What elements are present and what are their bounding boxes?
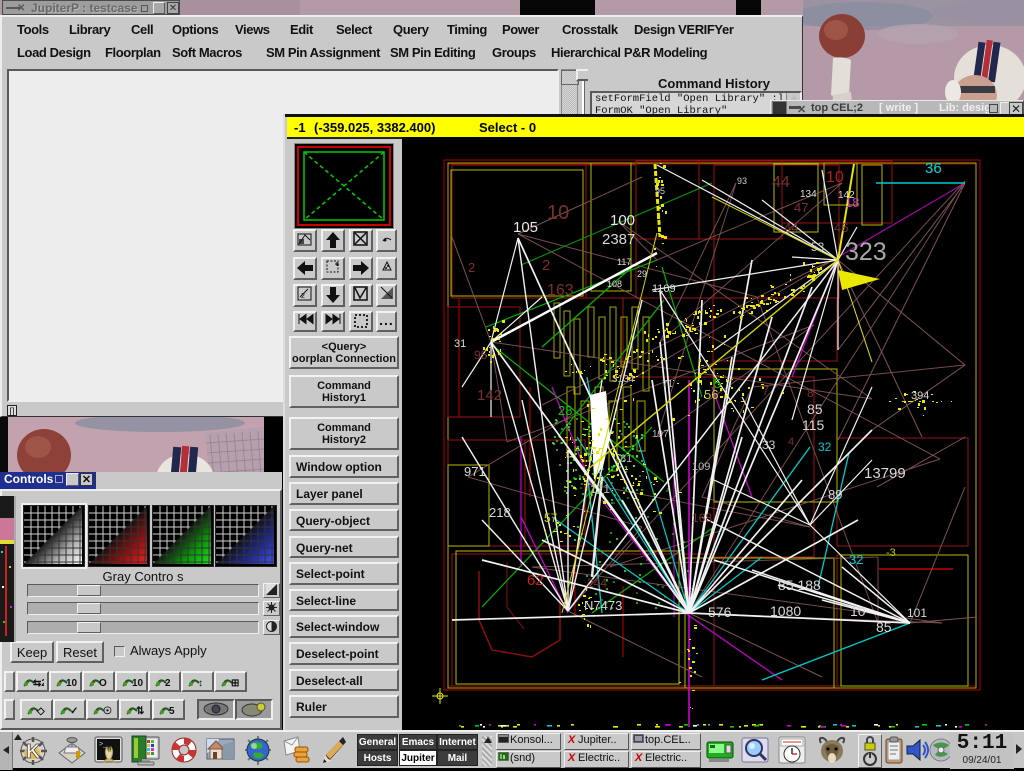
svg-text:32: 32 bbox=[818, 440, 832, 454]
svg-text:10: 10 bbox=[850, 603, 866, 619]
svg-text:244: 244 bbox=[587, 576, 607, 590]
svg-text:117: 117 bbox=[617, 257, 631, 267]
svg-text:-3: -3 bbox=[886, 547, 896, 559]
svg-text:53: 53 bbox=[811, 240, 825, 254]
svg-text:46: 46 bbox=[834, 220, 848, 235]
svg-text:56: 56 bbox=[704, 387, 718, 402]
svg-text:163: 163 bbox=[547, 282, 574, 299]
svg-text:29: 29 bbox=[637, 269, 647, 279]
svg-text:109: 109 bbox=[692, 461, 710, 473]
svg-text:7: 7 bbox=[762, 383, 769, 398]
svg-text:O: O bbox=[99, 678, 107, 689]
svg-text:2: 2 bbox=[542, 257, 550, 274]
svg-text:10: 10 bbox=[826, 169, 844, 186]
svg-text:10: 10 bbox=[547, 202, 569, 224]
svg-text:2: 2 bbox=[165, 678, 171, 689]
svg-text:394: 394 bbox=[911, 390, 929, 402]
svg-text:☉: ☉ bbox=[103, 706, 112, 717]
svg-text:95: 95 bbox=[474, 348, 488, 362]
svg-text:3134: 3134 bbox=[612, 374, 635, 385]
svg-text:105: 105 bbox=[513, 219, 538, 236]
svg-text:1109: 1109 bbox=[652, 283, 676, 295]
svg-text:47: 47 bbox=[794, 200, 808, 215]
svg-text:2: 2 bbox=[301, 293, 305, 300]
svg-text:93: 93 bbox=[737, 176, 747, 186]
svg-text:57: 57 bbox=[544, 511, 558, 525]
svg-text:101: 101 bbox=[907, 606, 927, 620]
svg-text:100: 100 bbox=[610, 212, 635, 229]
svg-text:971: 971 bbox=[464, 464, 486, 479]
svg-text:89: 89 bbox=[828, 487, 842, 502]
svg-text:81: 81 bbox=[620, 453, 632, 465]
svg-text:44: 44 bbox=[784, 220, 798, 235]
svg-text:218: 218 bbox=[489, 505, 511, 520]
svg-text:32: 32 bbox=[849, 552, 863, 567]
svg-text:↕: ↕ bbox=[198, 678, 203, 689]
svg-text:44: 44 bbox=[772, 174, 790, 191]
svg-text:142: 142 bbox=[477, 387, 502, 404]
svg-text:36: 36 bbox=[925, 160, 942, 177]
svg-text:31: 31 bbox=[454, 338, 466, 350]
svg-text:1080: 1080 bbox=[770, 603, 801, 619]
svg-text:115: 115 bbox=[802, 417, 825, 433]
svg-text:85 188: 85 188 bbox=[778, 577, 821, 593]
svg-text:168: 168 bbox=[692, 511, 712, 525]
svg-text:62: 62 bbox=[527, 572, 544, 589]
svg-text:71: 71 bbox=[662, 379, 674, 390]
svg-text:95: 95 bbox=[655, 186, 665, 196]
svg-text:⇅: ⇅ bbox=[136, 706, 145, 717]
svg-text:10: 10 bbox=[132, 678, 143, 689]
svg-text:N7473: N7473 bbox=[584, 598, 622, 613]
svg-text:4: 4 bbox=[788, 436, 794, 448]
svg-text:2387: 2387 bbox=[602, 231, 635, 248]
svg-text:18: 18 bbox=[845, 195, 859, 210]
svg-text:⇆2: ⇆2 bbox=[33, 678, 44, 689]
svg-text:13799: 13799 bbox=[864, 465, 906, 482]
svg-text:◇: ◇ bbox=[36, 706, 45, 717]
svg-text:171: 171 bbox=[590, 482, 610, 496]
svg-text:576: 576 bbox=[708, 604, 732, 620]
svg-text:134: 134 bbox=[800, 189, 817, 200]
svg-text:85: 85 bbox=[876, 619, 892, 635]
svg-text:✓: ✓ bbox=[70, 706, 78, 717]
svg-text:8: 8 bbox=[807, 386, 814, 400]
svg-text:2: 2 bbox=[468, 260, 475, 275]
svg-text:K: K bbox=[26, 741, 41, 763]
svg-text:323: 323 bbox=[845, 238, 887, 266]
svg-text:85: 85 bbox=[807, 401, 823, 417]
svg-text:5: 5 bbox=[169, 706, 175, 717]
svg-text:10: 10 bbox=[66, 678, 77, 689]
svg-text:28: 28 bbox=[558, 403, 572, 418]
svg-text:⊞: ⊞ bbox=[231, 678, 239, 689]
svg-text:33: 33 bbox=[762, 438, 776, 452]
svg-text:197: 197 bbox=[652, 429, 669, 440]
svg-text:>_: >_ bbox=[99, 741, 107, 748]
svg-text:108: 108 bbox=[607, 279, 622, 289]
